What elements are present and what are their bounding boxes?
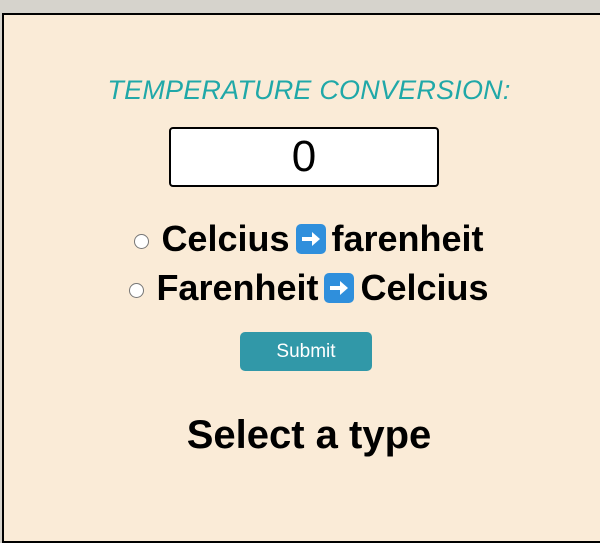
- submit-button[interactable]: Submit: [240, 332, 372, 371]
- option-from-label: Farenheit: [156, 267, 319, 308]
- option-celcius-to-farenheit[interactable]: Celcius farenheit: [4, 218, 600, 260]
- temperature-input[interactable]: [169, 127, 439, 187]
- option-to-label: farenheit: [331, 218, 484, 259]
- option-from-label: Celcius: [161, 218, 290, 259]
- window-top-strip: [0, 0, 600, 13]
- option-to-label: Celcius: [360, 267, 489, 308]
- option-farenheit-to-celcius[interactable]: Farenheit Celcius: [4, 267, 600, 309]
- page-title: TEMPERATURE CONVERSION:: [107, 75, 511, 105]
- radio-celcius-to-farenheit[interactable]: [134, 233, 150, 249]
- right-arrow-icon: [324, 273, 355, 303]
- right-arrow-icon: [295, 224, 326, 254]
- result-text: Select a type: [186, 413, 432, 457]
- radio-farenheit-to-celcius[interactable]: [129, 282, 145, 298]
- converter-panel: TEMPERATURE CONVERSION: Celcius farenhei…: [2, 13, 600, 543]
